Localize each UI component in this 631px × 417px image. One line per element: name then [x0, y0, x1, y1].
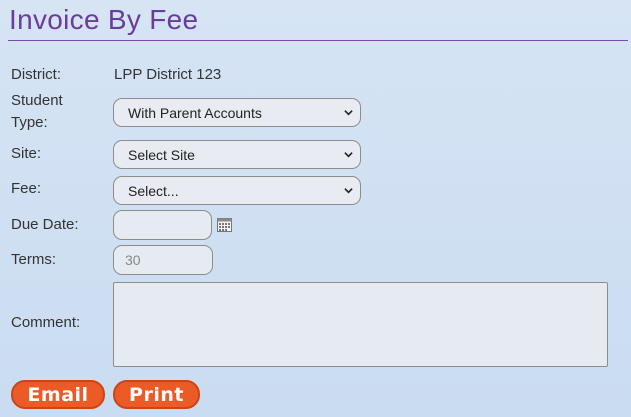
terms-input[interactable]: 30 — [113, 245, 213, 275]
due-date-label: Due Date: — [11, 216, 79, 233]
student-type-label-line2: Type: — [11, 114, 48, 131]
due-date-input[interactable] — [113, 210, 212, 240]
student-type-selected: With Parent Accounts — [128, 104, 262, 121]
print-button[interactable]: Print — [113, 380, 200, 409]
district-value: LPP District 123 — [114, 66, 222, 83]
site-select[interactable]: Select Site — [113, 140, 361, 169]
site-label: Site: — [11, 145, 42, 162]
chevron-down-icon — [344, 188, 353, 194]
chevron-down-icon — [344, 152, 353, 158]
page-title: Invoice By Fee — [9, 4, 199, 35]
fee-label: Fee: — [11, 180, 42, 197]
title-divider — [8, 40, 628, 41]
fee-selected: Select... — [128, 182, 179, 199]
student-type-select[interactable]: With Parent Accounts — [113, 98, 361, 127]
student-type-label-line1: Student — [11, 92, 63, 109]
calendar-icon[interactable] — [217, 218, 232, 232]
fee-select[interactable]: Select... — [113, 176, 361, 205]
terms-label: Terms: — [11, 251, 56, 268]
district-label: District: — [11, 66, 61, 83]
comment-textarea[interactable] — [113, 282, 608, 367]
site-selected: Select Site — [128, 146, 195, 163]
email-button[interactable]: Email — [11, 380, 105, 409]
chevron-down-icon — [344, 110, 353, 116]
comment-label: Comment: — [11, 314, 81, 331]
